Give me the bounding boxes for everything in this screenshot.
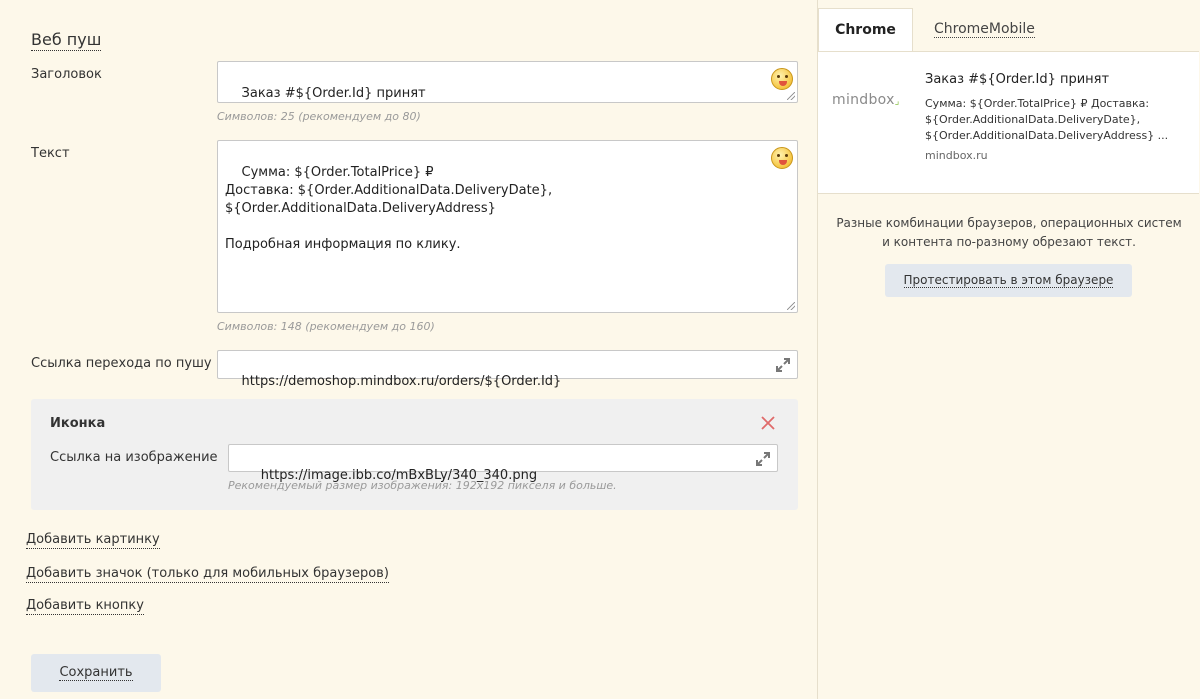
link-input[interactable]: https://demoshop.mindbox.ru/orders/${Ord…	[217, 350, 798, 389]
preview-title: Заказ #${Order.Id} принят	[925, 72, 1110, 87]
logo-text: mindbox	[832, 92, 895, 108]
icon-settings-block: Иконка Ссылка на изображение https://ima…	[31, 399, 798, 510]
section-title[interactable]: Веб пуш	[31, 30, 102, 51]
title-input[interactable]: Заказ #${Order.Id} принят	[217, 61, 798, 103]
icon-block-title: Иконка	[50, 416, 106, 431]
link-input-value: https://demoshop.mindbox.ru/orders/${Ord…	[241, 374, 562, 389]
test-in-browser-button[interactable]: Протестировать в этом браузере	[885, 264, 1132, 297]
preview-body: Сумма: ${Order.TotalPrice} ₽ Доставка: $…	[925, 97, 1169, 142]
browser-tabs: Chrome ChromeMobile	[818, 8, 1200, 52]
link-label: Ссылка перехода по пушу	[31, 356, 212, 371]
image-link-input[interactable]: https://image.ibb.co/mBxBLy/340_340.png	[228, 444, 778, 483]
preview-domain: mindbox.ru	[925, 149, 988, 162]
emoji-icon[interactable]	[771, 147, 793, 169]
text-input[interactable]: Сумма: ${Order.TotalPrice} ₽ Доставка: $…	[217, 140, 798, 313]
editor-panel: Веб пуш Заголовок Заказ #${Order.Id} при…	[0, 0, 818, 699]
preview-panel: Chrome ChromeMobile mindbox⌟ Заказ #${Or…	[818, 0, 1200, 699]
save-button-label: Сохранить	[59, 665, 133, 681]
add-button-link[interactable]: Добавить кнопку	[26, 598, 144, 615]
title-hint: Символов: 25 (рекомендуем до 80)	[217, 110, 421, 123]
add-picture-link[interactable]: Добавить картинку	[26, 532, 160, 549]
mindbox-logo: mindbox⌟	[832, 92, 900, 108]
push-preview: mindbox⌟ Заказ #${Order.Id} принят Сумма…	[818, 51, 1199, 194]
image-link-label: Ссылка на изображение	[50, 450, 218, 465]
tab-chrome[interactable]: Chrome	[818, 8, 913, 52]
resize-grip-icon[interactable]	[787, 302, 795, 310]
title-input-value: Заказ #${Order.Id} принят	[241, 86, 426, 101]
tab-chromemobile-label: ChromeMobile	[934, 21, 1035, 38]
image-hint: Рекомендуемый размер изображения: 192x19…	[228, 479, 617, 492]
save-button[interactable]: Сохранить	[31, 654, 161, 692]
text-hint: Символов: 148 (рекомендуем до 160)	[217, 320, 435, 333]
expand-icon[interactable]	[775, 357, 791, 373]
close-icon[interactable]	[760, 415, 776, 431]
add-badge-link[interactable]: Добавить значок (только для мобильных бр…	[26, 566, 389, 583]
resize-grip-icon[interactable]	[787, 92, 795, 100]
expand-icon[interactable]	[755, 451, 771, 467]
title-label: Заголовок	[31, 67, 102, 82]
test-button-label: Протестировать в этом браузере	[903, 273, 1114, 288]
tab-chromemobile[interactable]: ChromeMobile	[934, 8, 1035, 52]
text-label: Текст	[31, 146, 70, 161]
text-input-value: Сумма: ${Order.TotalPrice} ₽ Доставка: $…	[225, 165, 553, 252]
truncation-note: Разные комбинации браузеров, операционны…	[836, 216, 1182, 249]
emoji-icon[interactable]	[771, 68, 793, 90]
